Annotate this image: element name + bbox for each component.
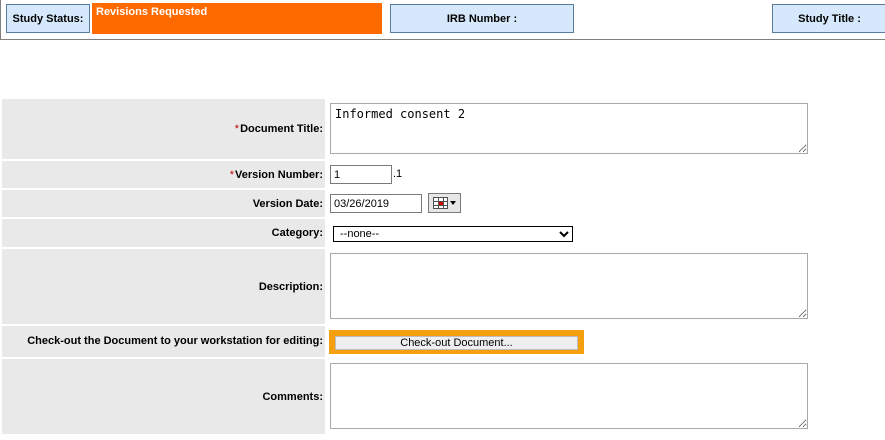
category-row: Category: --none-- xyxy=(2,219,885,247)
document-title-row: * Document Title: Informed consent 2 xyxy=(2,99,885,159)
description-row: Description: xyxy=(2,249,885,324)
category-select[interactable]: --none-- xyxy=(333,226,573,242)
comments-cell xyxy=(327,359,885,434)
comments-input[interactable] xyxy=(330,363,808,429)
version-number-label-text: Version Number: xyxy=(234,168,323,181)
version-number-label: * Version Number: xyxy=(2,161,325,188)
version-number-suffix: .1 xyxy=(393,168,403,180)
category-cell: --none-- xyxy=(327,219,885,247)
checkout-label: Check-out the Document to your workstati… xyxy=(2,326,325,357)
study-status-value: Revisions Requested xyxy=(92,3,382,34)
checkout-document-button[interactable]: Check-out Document... xyxy=(335,336,578,350)
calendar-button[interactable] xyxy=(428,193,461,213)
document-title-input[interactable]: Informed consent 2 xyxy=(330,103,808,154)
document-title-label: * Document Title: xyxy=(2,99,325,159)
required-marker: * xyxy=(229,168,234,181)
study-header: Study Status: Revisions Requested IRB Nu… xyxy=(0,0,885,40)
document-title-label-text: Document Title: xyxy=(240,123,323,135)
study-status-label: Study Status: xyxy=(6,4,90,33)
checkout-row: Check-out the Document to your workstati… xyxy=(2,326,885,357)
version-number-cell: .1 xyxy=(327,161,885,188)
checkout-highlight: Check-out Document... xyxy=(329,330,584,354)
version-date-input[interactable] xyxy=(330,194,422,213)
comments-label: Comments: xyxy=(2,359,325,434)
document-title-cell: Informed consent 2 xyxy=(327,99,885,159)
chevron-down-icon xyxy=(450,201,456,205)
description-input[interactable] xyxy=(330,253,808,319)
version-date-label: Version Date: xyxy=(2,190,325,217)
version-date-row: Version Date: xyxy=(2,190,885,217)
description-label: Description: xyxy=(2,249,325,324)
irb-number-label: IRB Number : xyxy=(390,4,574,33)
comments-row: Comments: xyxy=(2,359,885,434)
study-title-label: Study Title : xyxy=(772,4,885,33)
version-number-input[interactable] xyxy=(330,165,392,184)
version-date-cell xyxy=(327,190,885,217)
description-cell xyxy=(327,249,885,324)
version-number-row: * Version Number: .1 xyxy=(2,161,885,188)
checkout-cell: Check-out Document... xyxy=(327,326,885,357)
calendar-icon xyxy=(433,197,448,209)
required-marker: * xyxy=(234,123,240,135)
category-label: Category: xyxy=(2,219,325,247)
